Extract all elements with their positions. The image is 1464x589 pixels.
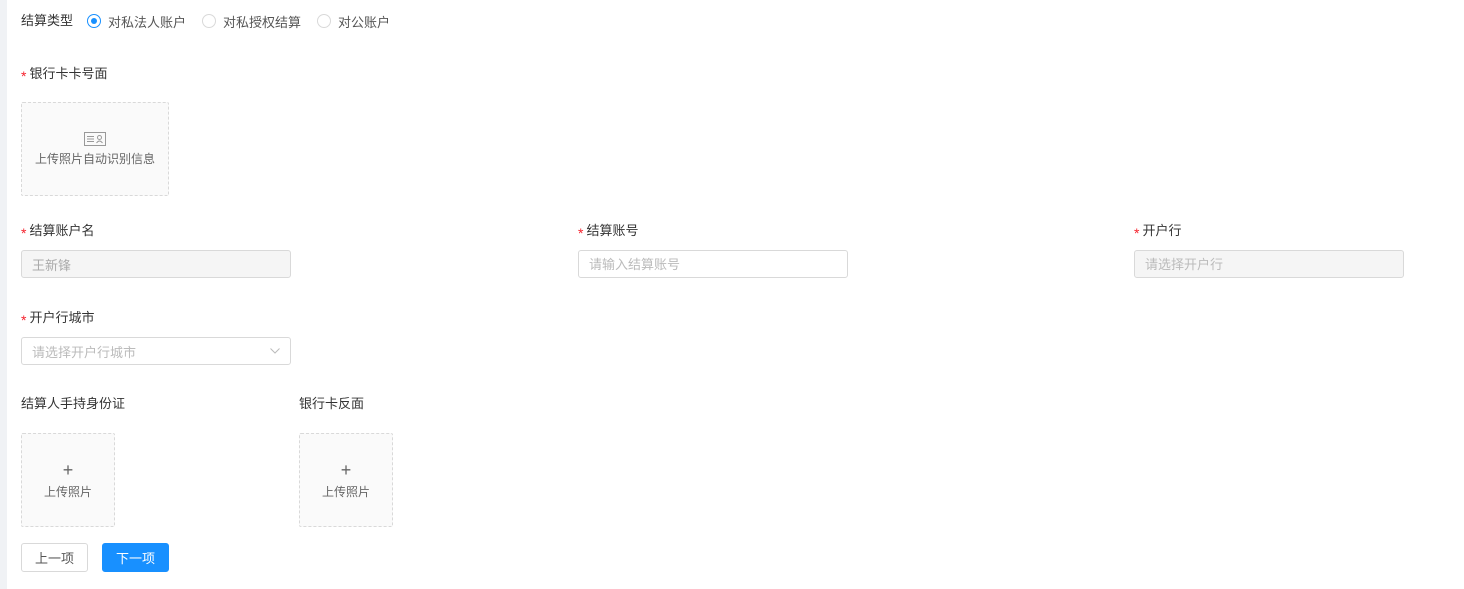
- radio-corporate[interactable]: 对公账户: [317, 12, 390, 31]
- account-name-label: * 结算账户名: [21, 220, 94, 241]
- bank-card-front-label: * 银行卡卡号面: [21, 63, 107, 84]
- bank-card-back-upload-text: 上传照片: [321, 484, 370, 499]
- holder-id-photo-label: 结算人手持身份证: [21, 396, 126, 411]
- bank-card-front-upload[interactable]: 上传照片自动识别信息: [21, 102, 169, 196]
- holder-id-photo-upload-text: 上传照片: [43, 484, 92, 499]
- required-mark: *: [21, 225, 27, 241]
- radio-unchecked-icon[interactable]: [202, 14, 217, 28]
- bank-input[interactable]: [1134, 250, 1404, 278]
- bank-city-label: * 开户行城市: [21, 307, 94, 328]
- required-mark: *: [578, 225, 584, 241]
- radio-private-legal-label: 对私法人账户: [108, 14, 187, 30]
- radio-private-authorized[interactable]: 对私授权结算: [202, 12, 301, 31]
- bank-card-front-upload-text: 上传照片自动识别信息: [34, 151, 155, 166]
- bank-city-select[interactable]: 请选择开户行城市: [21, 337, 291, 365]
- id-card-icon: [84, 131, 106, 146]
- account-number-label-text: 结算账号: [586, 223, 639, 238]
- required-mark: *: [1134, 225, 1140, 241]
- next-button[interactable]: 下一项: [102, 543, 169, 572]
- account-name-label-text: 结算账户名: [29, 223, 95, 238]
- prev-button[interactable]: 上一项: [21, 543, 88, 572]
- bank-label: * 开户行: [1134, 220, 1181, 241]
- radio-checked-icon[interactable]: [87, 14, 102, 28]
- required-mark: *: [21, 68, 27, 84]
- plus-icon: +: [62, 459, 74, 480]
- required-mark: *: [21, 312, 27, 328]
- account-name-input[interactable]: [21, 250, 291, 278]
- account-number-input[interactable]: [578, 250, 848, 278]
- holder-id-photo-upload[interactable]: + 上传照片: [21, 433, 115, 527]
- bank-card-front-label-text: 银行卡卡号面: [29, 66, 108, 81]
- chevron-down-icon: [270, 348, 280, 354]
- radio-private-authorized-label: 对私授权结算: [223, 14, 302, 30]
- radio-private-legal[interactable]: 对私法人账户: [87, 12, 186, 31]
- bank-card-back-upload[interactable]: + 上传照片: [299, 433, 393, 527]
- bank-city-placeholder: 请选择开户行城市: [32, 344, 137, 360]
- left-edge-bar: [0, 0, 7, 589]
- radio-unchecked-icon[interactable]: [317, 14, 332, 28]
- settlement-type-label: 结算类型: [21, 13, 74, 28]
- bank-city-label-text: 开户行城市: [29, 310, 95, 325]
- bank-label-text: 开户行: [1142, 223, 1182, 238]
- account-number-label: * 结算账号: [578, 220, 638, 241]
- settlement-type-group: 结算类型 对私法人账户 对私授权结算 对公账户: [21, 11, 406, 31]
- plus-icon: +: [340, 459, 352, 480]
- bank-card-back-label: 银行卡反面: [299, 396, 365, 411]
- radio-corporate-label: 对公账户: [338, 14, 391, 30]
